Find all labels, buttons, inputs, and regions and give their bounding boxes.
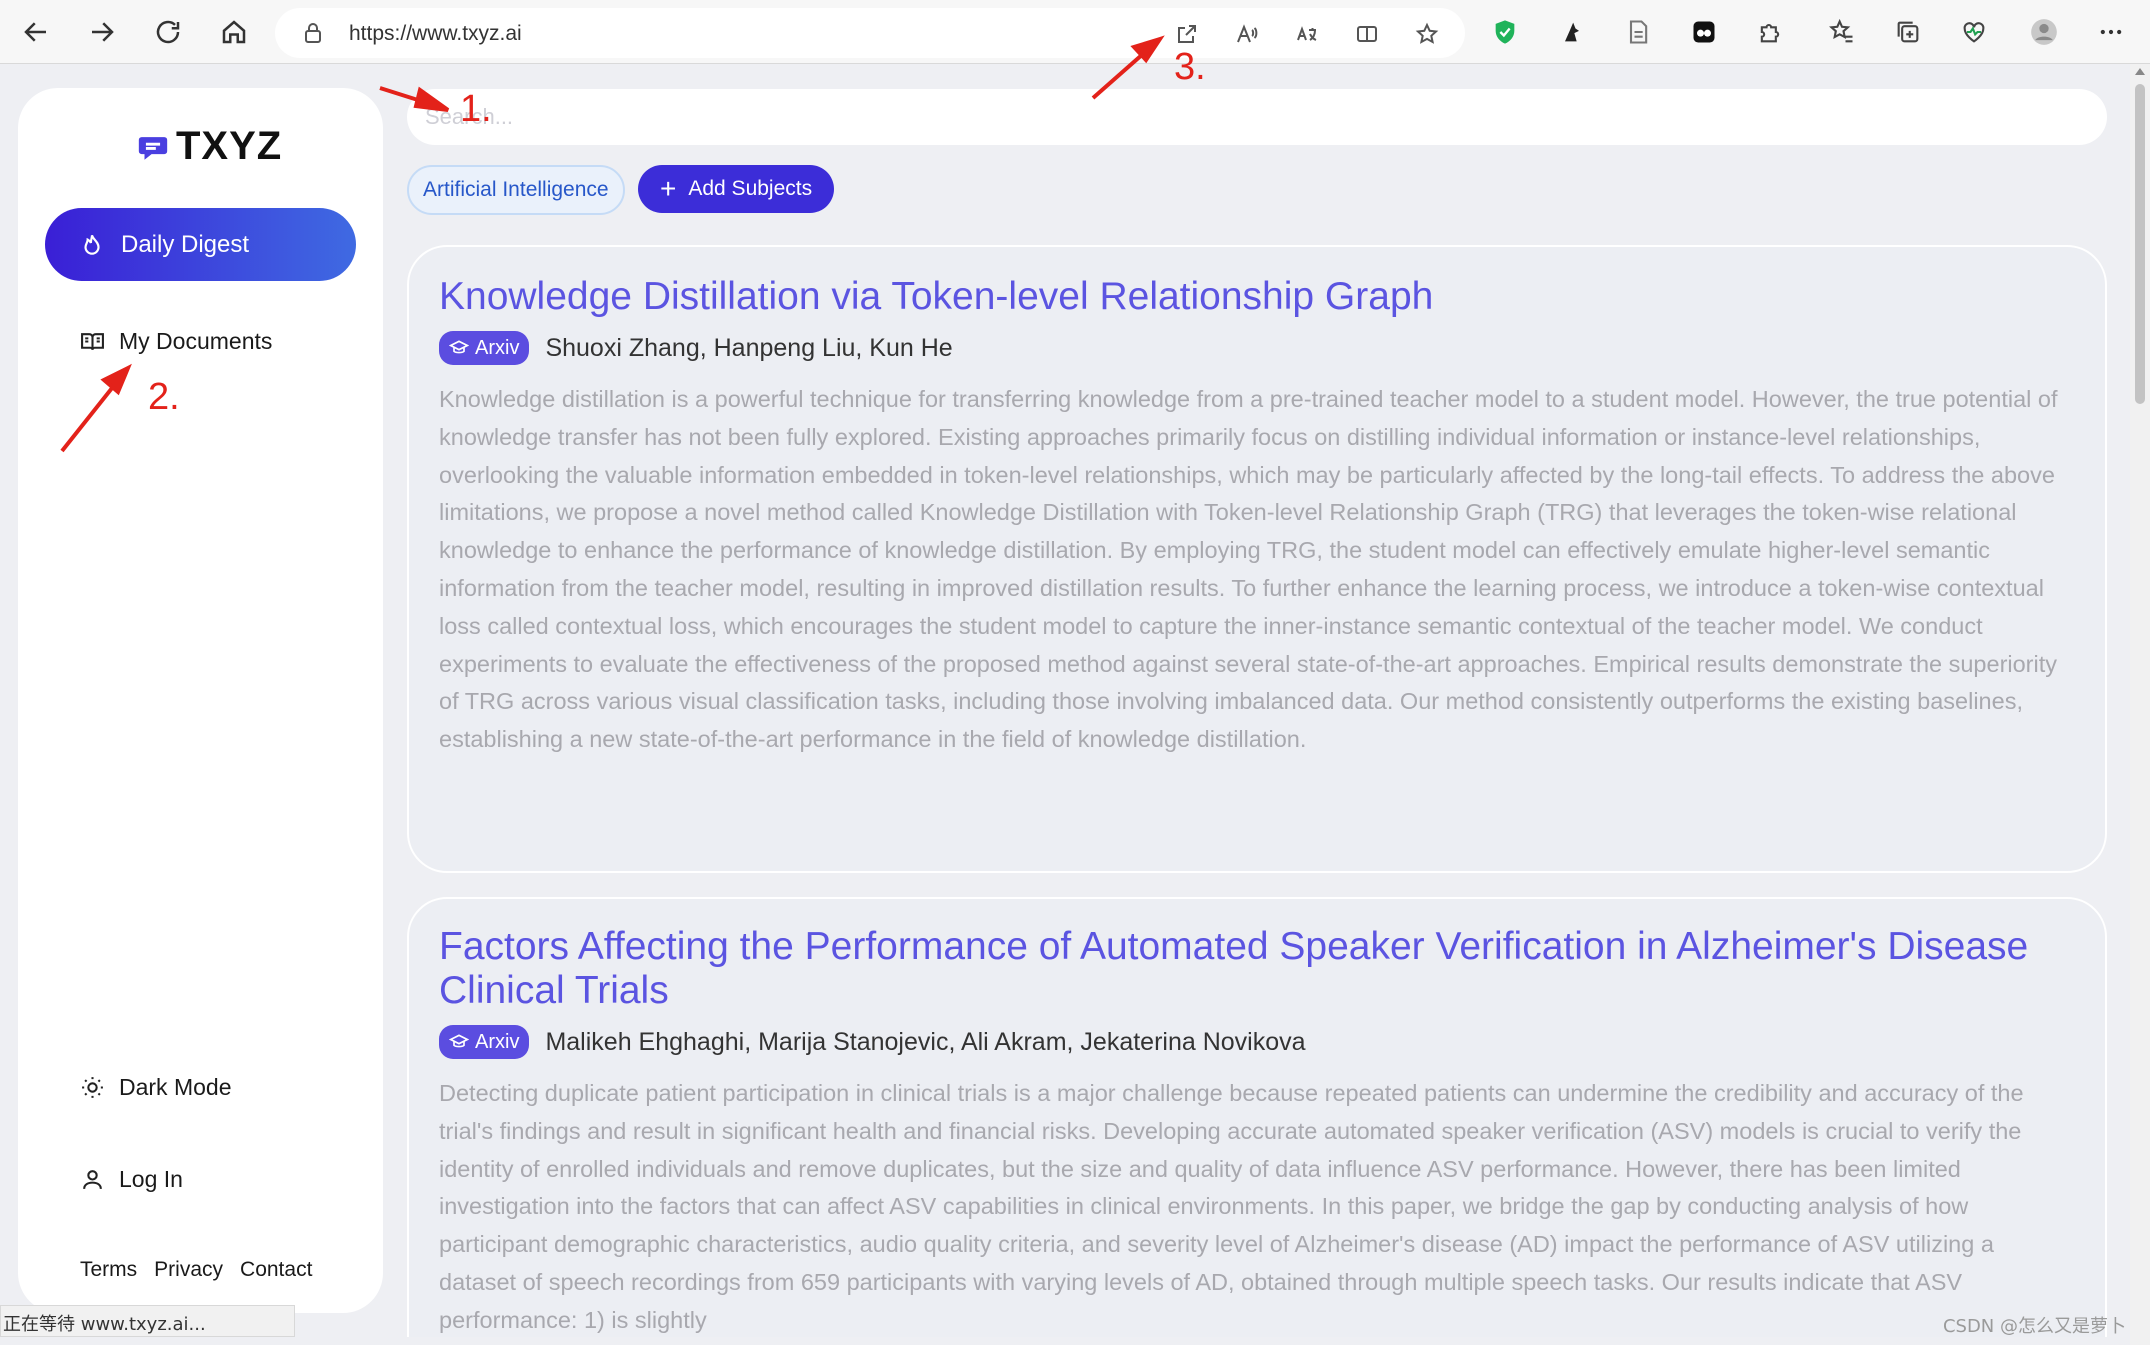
browser-essentials-icon[interactable]	[1957, 15, 1991, 49]
source-label: Arxiv	[475, 1030, 520, 1053]
bird-extension-icon[interactable]	[1555, 15, 1589, 49]
read-aloud-icon[interactable]	[1233, 20, 1261, 48]
paper-meta: Arxiv Malikeh Ehghaghi, Marija Stanojevi…	[439, 1025, 2075, 1059]
paper-card[interactable]: Knowledge Distillation via Token-level R…	[407, 245, 2107, 873]
dark-mode-label: Dark Mode	[119, 1074, 232, 1100]
home-icon	[222, 20, 246, 44]
subject-chip-artificial-intelligence[interactable]: Artificial Intelligence	[407, 165, 625, 215]
book-open-icon	[81, 333, 104, 351]
url-text[interactable]: https://www.txyz.ai	[349, 22, 522, 46]
home-button[interactable]	[214, 12, 254, 52]
sidebar: TXYZ Daily Digest My Documents Dark Mode…	[18, 88, 383, 1313]
daily-digest-label: Daily Digest	[121, 230, 250, 258]
logo-text: TXYZ	[176, 124, 283, 168]
forward-button[interactable]	[82, 12, 122, 52]
paper-title[interactable]: Factors Affecting the Performance of Aut…	[439, 925, 2075, 1013]
page-scrollbar[interactable]	[2130, 64, 2150, 1345]
shield-extension-icon[interactable]	[1488, 15, 1522, 49]
paper-title[interactable]: Knowledge Distillation via Token-level R…	[439, 275, 2075, 319]
my-documents-link[interactable]: My Documents	[80, 328, 272, 355]
terms-link[interactable]: Terms	[80, 1258, 137, 1282]
subject-chip-label: Artificial Intelligence	[423, 178, 609, 201]
user-icon	[83, 1170, 102, 1189]
log-in-link[interactable]: Log In	[80, 1166, 183, 1193]
annotation-label-2: 2.	[148, 376, 180, 418]
daily-digest-button[interactable]: Daily Digest	[45, 208, 356, 281]
sidebar-footer: Terms Privacy Contact	[80, 1258, 329, 1282]
favorites-list-icon[interactable]	[1825, 15, 1859, 49]
reload-button[interactable]	[148, 12, 188, 52]
annotation-label-3: 3.	[1174, 46, 1206, 88]
source-badge: Arxiv	[439, 1025, 530, 1059]
favorite-star-icon[interactable]	[1413, 20, 1441, 48]
search-input[interactable]	[407, 89, 2107, 145]
back-button[interactable]	[16, 12, 56, 52]
privacy-link[interactable]: Privacy	[154, 1258, 223, 1282]
profile-avatar-icon[interactable]	[2027, 15, 2061, 49]
paper-authors: Shuoxi Zhang, Hanpeng Liu, Kun He	[545, 333, 953, 362]
browser-toolbar: https://www.txyz.ai	[0, 0, 2150, 64]
add-subjects-label: Add Subjects	[688, 177, 813, 200]
plus-icon: +	[660, 173, 677, 204]
paper-authors: Malikeh Ehghaghi, Marija Stanojevic, Ali…	[545, 1027, 1306, 1056]
more-menu-icon[interactable]	[2094, 15, 2128, 49]
dark-mode-toggle[interactable]: Dark Mode	[80, 1074, 231, 1101]
document-extension-icon[interactable]	[1621, 15, 1655, 49]
contact-link[interactable]: Contact	[240, 1258, 312, 1282]
lock-icon	[305, 23, 321, 43]
paper-meta: Arxiv Shuoxi Zhang, Hanpeng Liu, Kun He	[439, 331, 2075, 365]
txyz-logo-icon	[138, 136, 168, 160]
scrollbar-thumb[interactable]	[2135, 84, 2145, 404]
translate-icon[interactable]	[1293, 20, 1321, 48]
search-box[interactable]	[407, 89, 2107, 145]
scroll-up-arrow-icon[interactable]	[2135, 68, 2145, 75]
paper-card[interactable]: Factors Affecting the Performance of Aut…	[407, 897, 2107, 1345]
puzzle-extensions-icon[interactable]	[1753, 15, 1787, 49]
arrow-right-icon	[92, 22, 114, 42]
open-in-app-icon[interactable]	[1173, 20, 1201, 48]
split-screen-icon[interactable]	[1353, 20, 1381, 48]
browser-status-bar: 正在等待 www.txyz.ai...	[0, 1305, 295, 1337]
graduation-cap-icon	[449, 340, 469, 354]
my-documents-label: My Documents	[119, 328, 273, 354]
add-subjects-button[interactable]: + Add Subjects	[638, 165, 835, 213]
source-badge: Arxiv	[439, 331, 530, 365]
reload-icon	[156, 20, 180, 44]
sun-icon	[82, 1077, 103, 1098]
arrow-left-icon	[24, 22, 46, 42]
flame-icon	[84, 234, 100, 255]
watermark: CSDN @怎么又是萝卜	[1942, 1316, 2126, 1337]
annotation-label-1: 1.	[460, 88, 492, 130]
collections-icon[interactable]	[1891, 15, 1925, 49]
tampermonkey-extension-icon[interactable]	[1687, 15, 1721, 49]
log-in-label: Log In	[119, 1166, 183, 1192]
paper-abstract: Knowledge distillation is a powerful tec…	[439, 386, 2058, 753]
paper-abstract: Detecting duplicate patient participatio…	[439, 1080, 2024, 1333]
viewport-bottom-edge	[0, 1337, 2150, 1345]
source-label: Arxiv	[475, 336, 520, 359]
logo[interactable]: TXYZ	[136, 124, 282, 169]
address-bar[interactable]: https://www.txyz.ai	[275, 8, 1465, 58]
graduation-cap-icon	[449, 1034, 469, 1048]
